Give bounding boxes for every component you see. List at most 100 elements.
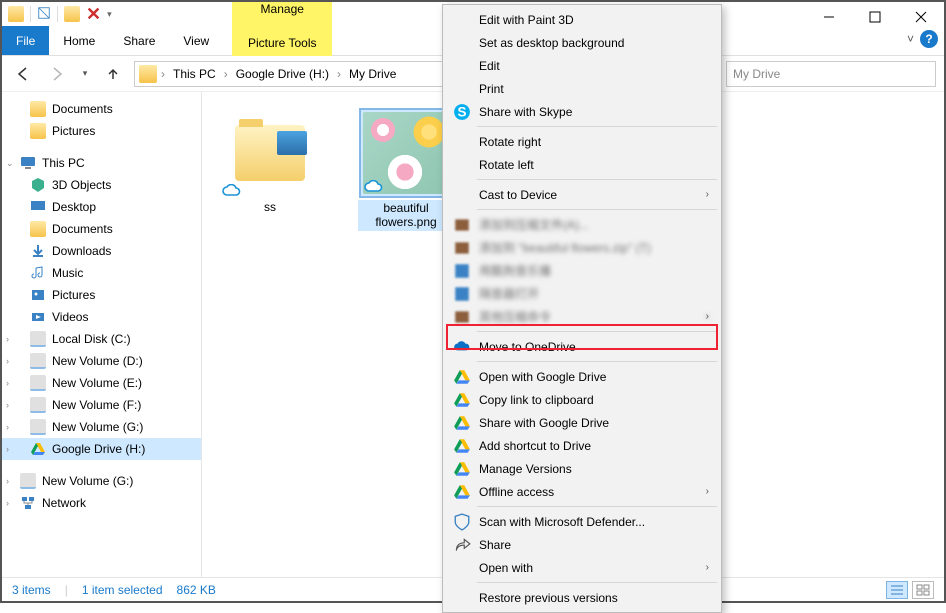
google-drive-icon xyxy=(30,441,46,457)
list-item-folder-ss[interactable]: ss xyxy=(222,110,318,214)
google-drive-icon xyxy=(453,414,471,432)
menu-move-to-onedrive[interactable]: Move to OneDrive xyxy=(445,335,719,358)
sidebar-item-label: New Volume (G:) xyxy=(42,474,133,488)
menu-rotate-left[interactable]: Rotate left xyxy=(445,153,719,176)
crumb-mydrive[interactable]: My Drive xyxy=(345,67,400,81)
menu-offline-access[interactable]: Offline access› xyxy=(445,480,719,503)
ribbon-collapse-icon[interactable]: ˅ xyxy=(907,32,914,46)
menu-rotate-right[interactable]: Rotate right xyxy=(445,130,719,153)
sidebar-item-volume-e[interactable]: ›New Volume (E:) xyxy=(2,372,201,394)
chevron-right-icon[interactable]: › xyxy=(6,444,9,454)
folder-icon xyxy=(139,65,157,83)
sidebar-item-volume-d[interactable]: ›New Volume (D:) xyxy=(2,350,201,372)
menu-share-with-google-drive[interactable]: Share with Google Drive xyxy=(445,411,719,434)
menu-archive-option-1[interactable]: 添加到压缩文件(A)... xyxy=(445,213,719,236)
view-details-button[interactable] xyxy=(886,581,908,599)
close-button[interactable] xyxy=(898,2,944,32)
onedrive-icon xyxy=(453,338,471,356)
view-large-icons-button[interactable] xyxy=(912,581,934,599)
crumb-this-pc[interactable]: This PC xyxy=(169,67,220,81)
chevron-right-icon[interactable]: › xyxy=(335,67,343,81)
help-icon[interactable]: ? xyxy=(920,30,938,48)
sidebar-item-pictures[interactable]: Pictures xyxy=(2,284,201,306)
item-label: beautiful flowers.png xyxy=(358,200,454,231)
tab-home[interactable]: Home xyxy=(49,26,109,55)
chevron-right-icon[interactable]: › xyxy=(6,378,9,388)
sidebar-item-network[interactable]: ›Network xyxy=(2,492,201,514)
menu-archive-option-3[interactable]: 其他压缩命令› xyxy=(445,305,719,328)
google-drive-icon xyxy=(453,437,471,455)
google-drive-icon xyxy=(453,391,471,409)
back-button[interactable] xyxy=(10,61,36,87)
sidebar-item-label: This PC xyxy=(42,156,85,170)
sidebar-item-downloads[interactable]: Downloads xyxy=(2,240,201,262)
menu-restore-previous-versions[interactable]: Restore previous versions xyxy=(445,586,719,609)
tab-share[interactable]: Share xyxy=(109,26,169,55)
chevron-right-icon[interactable]: › xyxy=(6,476,9,486)
window-controls xyxy=(806,2,944,32)
chevron-right-icon[interactable]: › xyxy=(6,334,9,344)
sidebar-item-this-pc[interactable]: ⌄ This PC xyxy=(2,152,201,174)
chevron-right-icon[interactable]: › xyxy=(6,400,9,410)
menu-open-with[interactable]: Open with› xyxy=(445,556,719,579)
chevron-right-icon[interactable]: › xyxy=(159,67,167,81)
sidebar-item-google-drive-h[interactable]: ›Google Drive (H:) xyxy=(2,438,201,460)
menu-edit-paint3d[interactable]: Edit with Paint 3D xyxy=(445,8,719,31)
chevron-right-icon: › xyxy=(706,486,709,497)
tab-file[interactable]: File xyxy=(2,26,49,55)
menu-app-option-1[interactable]: 用酷狗音乐播 xyxy=(445,259,719,282)
sidebar-item-desktop[interactable]: Desktop xyxy=(2,196,201,218)
sidebar-item-volume-g[interactable]: ›New Volume (G:) xyxy=(2,416,201,438)
nav-pane[interactable]: Documents Pictures ⌄ This PC 3D Objects D… xyxy=(2,92,202,577)
sidebar-item-local-disk-c[interactable]: ›Local Disk (C:) xyxy=(2,328,201,350)
archive-icon xyxy=(453,216,471,234)
sidebar-item-3d-objects[interactable]: 3D Objects xyxy=(2,174,201,196)
dropdown-icon[interactable]: ▾ xyxy=(107,9,112,20)
sidebar-item-volume-g-below[interactable]: › New Volume (G:) xyxy=(2,470,201,492)
search-input[interactable]: My Drive xyxy=(726,61,936,87)
new-folder-icon[interactable] xyxy=(64,6,80,22)
minimize-button[interactable] xyxy=(806,2,852,32)
recent-locations-button[interactable]: ▾ xyxy=(78,61,92,87)
chevron-right-icon[interactable]: › xyxy=(6,356,9,366)
chevron-right-icon[interactable]: › xyxy=(6,422,9,432)
contextual-tools-tab[interactable]: Manage Picture Tools xyxy=(232,2,332,56)
sidebar-item-volume-f[interactable]: › New Volume (F:) xyxy=(2,394,201,416)
maximize-button[interactable] xyxy=(852,2,898,32)
sidebar-item-label: Documents xyxy=(52,102,113,116)
menu-scan-defender[interactable]: Scan with Microsoft Defender... xyxy=(445,510,719,533)
chevron-right-icon[interactable]: › xyxy=(222,67,230,81)
menu-open-with-google-drive[interactable]: Open with Google Drive xyxy=(445,365,719,388)
cloud-sync-icon xyxy=(363,180,383,194)
chevron-right-icon[interactable]: › xyxy=(6,498,9,508)
menu-edit[interactable]: Edit xyxy=(445,54,719,77)
menu-copy-link[interactable]: Copy link to clipboard xyxy=(445,388,719,411)
sidebar-item-documents[interactable]: Documents xyxy=(2,98,201,120)
forward-button[interactable] xyxy=(44,61,70,87)
menu-manage-versions[interactable]: Manage Versions xyxy=(445,457,719,480)
menu-add-shortcut-to-drive[interactable]: Add shortcut to Drive xyxy=(445,434,719,457)
sidebar-item-music[interactable]: Music xyxy=(2,262,201,284)
menu-print[interactable]: Print xyxy=(445,77,719,100)
properties-icon[interactable] xyxy=(37,6,51,23)
chevron-down-icon[interactable]: ⌄ xyxy=(6,158,14,169)
sidebar-item-label: New Volume (F:) xyxy=(52,398,141,412)
tab-view[interactable]: View xyxy=(169,26,223,55)
context-menu[interactable]: Edit with Paint 3D Set as desktop backgr… xyxy=(442,4,722,613)
sidebar-item-videos[interactable]: Videos xyxy=(2,306,201,328)
menu-share-with-skype[interactable]: SShare with Skype xyxy=(445,100,719,123)
chevron-right-icon: › xyxy=(706,311,709,322)
delete-icon[interactable]: ✕ xyxy=(86,4,101,25)
menu-app-option-2[interactable]: 隔音器打开 xyxy=(445,282,719,305)
crumb-gdrive[interactable]: Google Drive (H:) xyxy=(232,67,333,81)
downloads-icon xyxy=(30,243,46,259)
list-item-image-beautiful-flowers[interactable]: beautiful flowers.png xyxy=(358,110,454,231)
menu-share[interactable]: Share xyxy=(445,533,719,556)
sidebar-item-pictures[interactable]: Pictures xyxy=(2,120,201,142)
up-button[interactable] xyxy=(100,61,126,87)
menu-cast-to-device[interactable]: Cast to Device› xyxy=(445,183,719,206)
picture-tools-tab[interactable]: Picture Tools xyxy=(248,36,316,56)
sidebar-item-documents[interactable]: Documents xyxy=(2,218,201,240)
menu-set-desktop-background[interactable]: Set as desktop background xyxy=(445,31,719,54)
menu-archive-option-2[interactable]: 添加到 "beautiful flowers.zip" (T) xyxy=(445,236,719,259)
